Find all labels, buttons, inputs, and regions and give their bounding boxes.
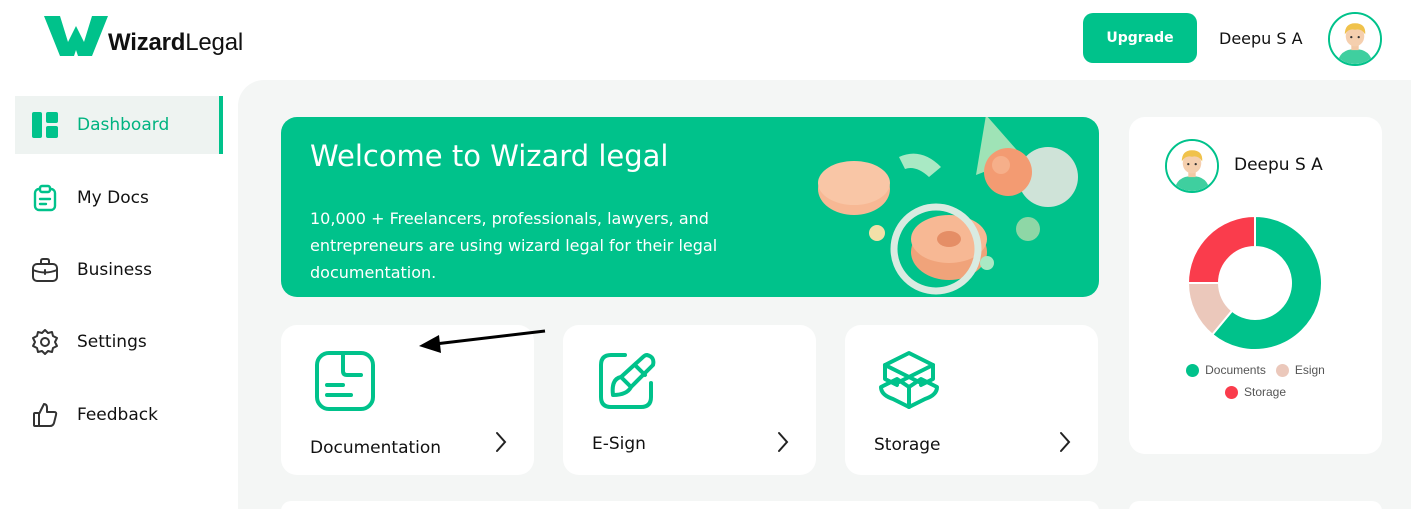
chevron-right-icon xyxy=(1060,432,1071,452)
card-label: Documentation xyxy=(310,438,442,458)
banner-title: Welcome to Wizard legal xyxy=(310,139,669,173)
card-label: Storage xyxy=(874,435,941,455)
dashboard-icon xyxy=(31,111,59,139)
decorative-shapes-illustration xyxy=(818,117,1078,295)
card-storage[interactable]: Storage xyxy=(845,325,1098,475)
annotation-arrow-icon xyxy=(419,329,546,353)
legend-row: Storage xyxy=(1129,381,1382,403)
avatar-icon xyxy=(1330,14,1380,64)
clipboard-icon xyxy=(31,184,59,212)
card-e-sign[interactable]: E-Sign xyxy=(563,325,816,475)
sidebar-item-label: My Docs xyxy=(77,188,149,208)
next-row-panel-right xyxy=(1129,501,1382,509)
legend-dot xyxy=(1275,363,1289,377)
sidebar-item-label: Dashboard xyxy=(77,115,170,135)
chart-legend: Documents Esign Storage xyxy=(1129,359,1382,403)
sidebar-item-my-docs[interactable]: My Docs xyxy=(15,169,223,227)
card-label: E-Sign xyxy=(592,434,646,454)
legend-label: Esign xyxy=(1294,363,1325,377)
next-row-panel xyxy=(281,501,1099,509)
wizardlegal-logo[interactable]: WizardLegal xyxy=(42,14,243,58)
panel-user-name: Deepu S A xyxy=(1234,155,1323,175)
welcome-banner: Welcome to Wizard legal 10,000 + Freelan… xyxy=(281,117,1099,297)
profile-panel: Deepu S A Documents Esign Storage xyxy=(1129,117,1382,454)
header-user-name: Deepu S A xyxy=(1219,29,1303,48)
document-icon xyxy=(315,351,375,411)
legend-item-esign[interactable]: Esign xyxy=(1275,363,1325,377)
sidebar-item-business[interactable]: Business xyxy=(15,241,223,299)
upgrade-button[interactable]: Upgrade xyxy=(1083,13,1197,63)
banner-text: 10,000 + Freelancers, professionals, law… xyxy=(310,209,718,282)
sidebar-item-label: Business xyxy=(77,260,152,280)
chevron-right-icon xyxy=(778,432,789,452)
thumbs-up-icon xyxy=(31,401,59,429)
legend-item-documents[interactable]: Documents xyxy=(1186,363,1266,377)
sidebar-item-settings[interactable]: Settings xyxy=(15,313,223,371)
briefcase-icon xyxy=(31,256,59,284)
sidebar-item-label: Feedback xyxy=(77,405,158,425)
legend-dot xyxy=(1186,363,1200,377)
logo-mark-icon xyxy=(44,16,108,56)
chevron-right-icon xyxy=(496,432,507,452)
legend-label: Documents xyxy=(1205,363,1266,377)
avatar-icon xyxy=(1167,141,1217,191)
sidebar-item-dashboard[interactable]: Dashboard xyxy=(15,96,223,154)
gear-icon xyxy=(31,328,59,356)
legend-label: Storage xyxy=(1243,385,1287,399)
user-avatar[interactable] xyxy=(1328,12,1382,66)
app-root: WizardLegal Upgrade Deepu S A Dashboard … xyxy=(0,0,1411,509)
pen-icon xyxy=(599,353,656,409)
legend-item-storage[interactable]: Storage xyxy=(1224,385,1287,399)
usage-donut-chart xyxy=(1186,214,1323,351)
sidebar-item-label: Settings xyxy=(77,332,147,352)
cube-icon xyxy=(879,351,939,409)
legend-row: Documents Esign xyxy=(1129,359,1382,381)
sidebar-item-feedback[interactable]: Feedback xyxy=(15,386,223,444)
panel-avatar xyxy=(1165,139,1219,193)
logo-text: WizardLegal xyxy=(108,29,243,56)
legend-dot xyxy=(1224,385,1238,399)
donut-slice-storage[interactable] xyxy=(1186,214,1256,284)
